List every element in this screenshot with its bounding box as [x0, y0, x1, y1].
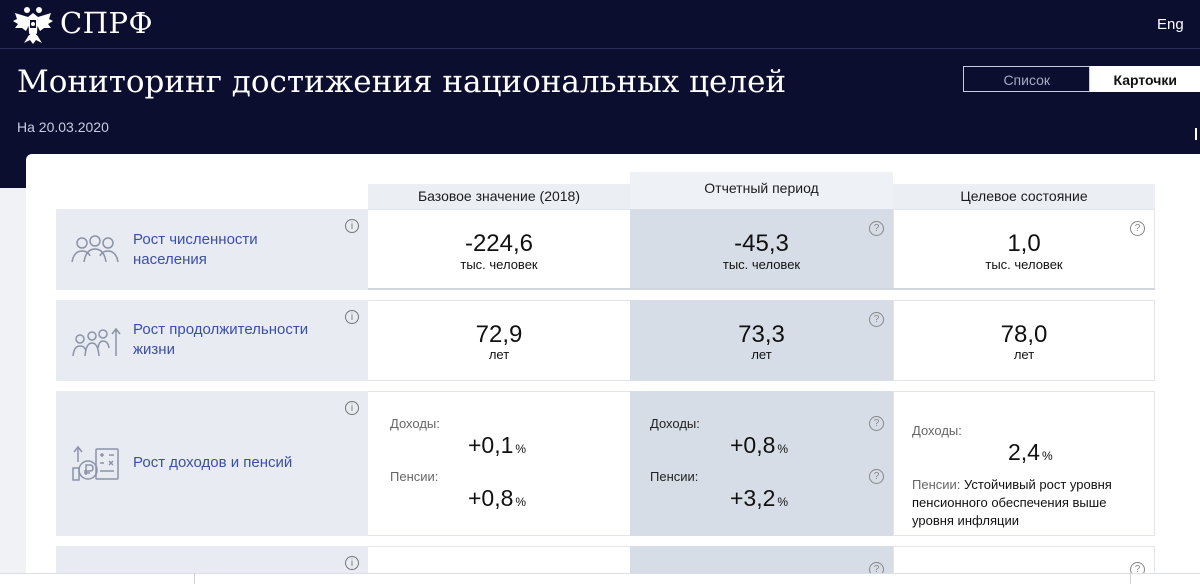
value-number: +3,2 [730, 485, 776, 511]
row-lifespan-base-unit: лет [488, 347, 510, 362]
column-header-base: Базовое значение (2018) [368, 184, 630, 209]
row-population-title: Рост численности населения [133, 230, 258, 270]
row-lifespan-title-line1: Рост продолжительности [133, 321, 309, 338]
help-icon[interactable]: ? [869, 469, 884, 484]
info-icon[interactable]: i [345, 401, 359, 415]
value-number: +0,1 [468, 432, 514, 458]
view-toggle: Список Карточки [963, 66, 1200, 94]
row-population-target-value: 1,0 [1007, 230, 1041, 257]
row-population-title-line1: Рост численности [133, 231, 258, 248]
eagle-emblem-icon[interactable] [12, 3, 54, 45]
people-group-icon [71, 235, 119, 263]
percent-sign: % [777, 495, 789, 509]
row-population-title-line2: населения [133, 251, 207, 268]
column-header-target: Целевое состояние [893, 184, 1155, 209]
row-income-base-income-label: Доходы: [390, 416, 440, 431]
help-icon[interactable]: ? [869, 221, 884, 236]
column-header-report: Отчетный период [630, 172, 893, 209]
row-income-title: Рост доходов и пенсий [133, 454, 293, 471]
row-income-base-pension-label: Пенсии: [390, 469, 439, 484]
percent-sign: % [777, 442, 789, 456]
help-icon[interactable]: ? [869, 312, 884, 327]
income-pension-icon [72, 445, 119, 481]
page-title: Мониторинг достижения национальных целей [17, 64, 787, 100]
row-population-base-unit: тыс. человек [460, 257, 538, 272]
row-income-target-pension: Пенсии: Устойчивый рост уровня пенсионно… [912, 476, 1148, 530]
value-number: +0,8 [730, 432, 776, 458]
row-income-report-income-value: +0,8% [730, 432, 788, 459]
row-lifespan-title-line2: жизни [133, 341, 175, 358]
row-population-base-value: -224,6 [464, 230, 534, 257]
info-icon[interactable]: i [345, 556, 359, 570]
bottom-bar-divider [194, 573, 195, 584]
row-income-base-cell [368, 391, 630, 536]
row-income-report-income-label: Доходы: [650, 416, 700, 431]
bottom-bar [0, 573, 1200, 585]
top-bar: СПРФ Eng [0, 0, 1200, 49]
bottom-bar-divider [1130, 573, 1131, 584]
row-population-report-value: -45,3 [734, 230, 789, 257]
people-growth-icon [72, 327, 121, 357]
logo-text[interactable]: СПРФ [60, 6, 153, 40]
row-lifespan-report-value: 73,3 [738, 321, 785, 348]
value-number: 2,4 [1008, 439, 1040, 465]
info-icon[interactable]: i [345, 310, 359, 324]
row-lifespan-target-unit: лет [1013, 347, 1035, 362]
cards-view-button[interactable]: Карточки [1090, 66, 1200, 92]
info-icon[interactable]: i [345, 219, 359, 233]
list-view-button[interactable]: Список [963, 66, 1091, 92]
row-lifespan-base-value: 72,9 [475, 321, 523, 348]
row-income-target-income-label: Доходы: [912, 423, 962, 438]
help-icon[interactable]: ? [869, 416, 884, 431]
value-number: +0,8 [468, 485, 514, 511]
row-population-target-unit: тыс. человек [985, 257, 1063, 272]
row-divider [368, 288, 1155, 290]
row-income-target-income-value: 2,4% [1008, 439, 1053, 466]
row-income-report-pension-value: +3,2% [730, 485, 788, 512]
row-income-report-cell [630, 391, 893, 536]
row-income-base-income-value: +0,1% [468, 432, 526, 459]
edge-marker [1195, 128, 1197, 140]
row-lifespan-target-value: 78,0 [1000, 321, 1048, 348]
language-switch[interactable]: Eng [1157, 16, 1184, 33]
row-income-base-pension-value: +0,8% [468, 485, 526, 512]
row-income-target-pension-label: Пенсии: [912, 477, 961, 492]
percent-sign: % [515, 442, 527, 456]
percent-sign: % [1041, 449, 1053, 463]
row-lifespan-title: Рост продолжительности жизни [133, 320, 308, 360]
row-population-report-unit: тыс. человек [722, 257, 801, 272]
row-income-report-pension-label: Пенсии: [650, 469, 699, 484]
percent-sign: % [515, 495, 527, 509]
row-lifespan-report-unit: лет [751, 347, 772, 362]
help-icon[interactable]: ? [1130, 221, 1145, 236]
report-date: На 20.03.2020 [17, 119, 109, 135]
